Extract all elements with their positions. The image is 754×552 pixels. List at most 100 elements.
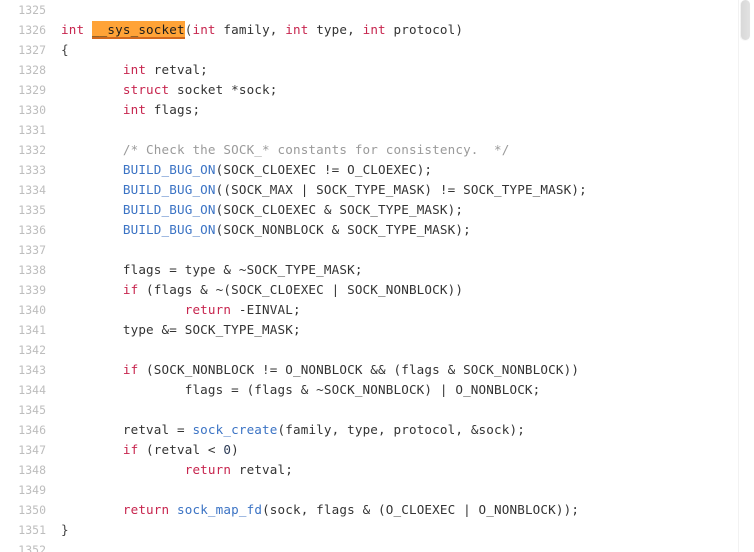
code-token: flags; [146, 102, 201, 117]
code-line-row: 1331 [0, 120, 754, 140]
code-line-content[interactable]: flags = (flags & ~SOCK_NONBLOCK) | O_NON… [55, 380, 754, 400]
code-line-content[interactable] [55, 0, 754, 20]
code-line-content[interactable]: struct socket *sock; [55, 80, 754, 100]
line-number[interactable]: 1339 [0, 280, 55, 300]
code-line-content[interactable]: return retval; [55, 460, 754, 480]
code-line-content[interactable]: if (flags & ~(SOCK_CLOEXEC | SOCK_NONBLO… [55, 280, 754, 300]
code-line-content[interactable]: int __sys_socket(int family, int type, i… [55, 20, 754, 40]
keyword-token: int [192, 22, 216, 37]
number-token: 0 [223, 442, 232, 457]
symbol-link[interactable]: BUILD_BUG_ON [123, 182, 216, 197]
line-number[interactable]: 1350 [0, 500, 55, 520]
keyword-token: return [122, 502, 170, 517]
code-line-content[interactable]: BUILD_BUG_ON((SOCK_MAX | SOCK_TYPE_MASK)… [55, 180, 754, 200]
line-number[interactable]: 1337 [0, 240, 55, 260]
code-line-content[interactable]: type &= SOCK_TYPE_MASK; [55, 320, 754, 340]
symbol-link[interactable]: BUILD_BUG_ON [123, 202, 216, 217]
code-line-row: 1343 if (SOCK_NONBLOCK != O_NONBLOCK && … [0, 360, 754, 380]
code-token: (flags & ~(SOCK_CLOEXEC | SOCK_NONBLOCK)… [138, 282, 464, 297]
code-line-content[interactable]: return sock_map_fd(sock, flags & (O_CLOE… [55, 500, 754, 520]
line-number[interactable]: 1351 [0, 520, 55, 540]
code-line-row: 1332 /* Check the SOCK_* constants for c… [0, 140, 754, 160]
line-number[interactable]: 1334 [0, 180, 55, 200]
code-line-row: 1345 [0, 400, 754, 420]
code-token: { [61, 42, 69, 57]
code-token: (SOCK_CLOEXEC != O_CLOEXEC); [215, 162, 433, 177]
line-number[interactable]: 1325 [0, 0, 55, 20]
code-line-row: 1325 [0, 0, 754, 20]
line-number[interactable]: 1349 [0, 480, 55, 500]
code-line-content[interactable]: BUILD_BUG_ON(SOCK_CLOEXEC != O_CLOEXEC); [55, 160, 754, 180]
line-number[interactable]: 1342 [0, 340, 55, 360]
line-number[interactable]: 1344 [0, 380, 55, 400]
code-token: protocol) [385, 22, 464, 37]
code-line-content[interactable]: { [55, 40, 754, 60]
line-number[interactable]: 1332 [0, 140, 55, 160]
symbol-link[interactable]: sock_map_fd [177, 502, 262, 517]
line-number[interactable]: 1331 [0, 120, 55, 140]
keyword-token: int [362, 22, 386, 37]
code-lines-body: 1325 1326 int __sys_socket(int family, in… [0, 0, 754, 552]
line-number[interactable]: 1326 [0, 20, 55, 40]
code-line-row: 1327 { [0, 40, 754, 60]
code-line-content[interactable]: if (SOCK_NONBLOCK != O_NONBLOCK && (flag… [55, 360, 754, 380]
line-number[interactable]: 1347 [0, 440, 55, 460]
code-line-content[interactable] [55, 240, 754, 260]
code-line-content[interactable]: int flags; [55, 100, 754, 120]
code-line-row: 1329 struct socket *sock; [0, 80, 754, 100]
code-token: retval; [231, 462, 293, 477]
code-line-content[interactable] [55, 120, 754, 140]
vertical-scrollbar-track[interactable] [738, 0, 754, 552]
line-number[interactable]: 1343 [0, 360, 55, 380]
code-line-content[interactable]: if (retval < 0) [55, 440, 754, 460]
code-line-row: 1352 [0, 540, 754, 552]
code-viewer[interactable]: 1325 1326 int __sys_socket(int family, in… [0, 0, 754, 552]
symbol-link[interactable]: BUILD_BUG_ON [123, 162, 216, 177]
symbol-link[interactable]: BUILD_BUG_ON [123, 222, 216, 237]
code-line-content[interactable]: return -EINVAL; [55, 300, 754, 320]
code-line-content[interactable]: BUILD_BUG_ON(SOCK_NONBLOCK & SOCK_TYPE_M… [55, 220, 754, 240]
line-number[interactable]: 1340 [0, 300, 55, 320]
keyword-token: int [285, 22, 309, 37]
code-line-content[interactable]: int retval; [55, 60, 754, 80]
symbol-link[interactable]: sock_create [192, 422, 277, 437]
code-line-content[interactable]: BUILD_BUG_ON(SOCK_CLOEXEC & SOCK_TYPE_MA… [55, 200, 754, 220]
code-token: (family, type, protocol, &sock); [277, 422, 525, 437]
code-line-content[interactable] [55, 400, 754, 420]
vertical-scrollbar-thumb[interactable] [741, 0, 750, 40]
line-number[interactable]: 1346 [0, 420, 55, 440]
code-line-content[interactable] [55, 540, 754, 552]
line-number[interactable]: 1348 [0, 460, 55, 480]
code-line-row: 1344 flags = (flags & ~SOCK_NONBLOCK) | … [0, 380, 754, 400]
line-number[interactable]: 1330 [0, 100, 55, 120]
line-number[interactable]: 1345 [0, 400, 55, 420]
line-number[interactable]: 1336 [0, 220, 55, 240]
code-token: flags = type & ~SOCK_TYPE_MASK; [61, 262, 363, 277]
line-number[interactable]: 1329 [0, 80, 55, 100]
line-number[interactable]: 1352 [0, 540, 55, 552]
code-line-content[interactable]: } [55, 520, 754, 540]
code-token: -EINVAL; [231, 302, 301, 317]
line-number[interactable]: 1335 [0, 200, 55, 220]
line-number[interactable]: 1341 [0, 320, 55, 340]
code-line-content[interactable]: flags = type & ~SOCK_TYPE_MASK; [55, 260, 754, 280]
line-number[interactable]: 1327 [0, 40, 55, 60]
line-number[interactable]: 1328 [0, 60, 55, 80]
code-line-content[interactable] [55, 480, 754, 500]
code-line-content[interactable]: retval = sock_create(family, type, proto… [55, 420, 754, 440]
highlighted-symbol[interactable]: __sys_socket [91, 21, 185, 39]
code-line-row: 1346 retval = sock_create(family, type, … [0, 420, 754, 440]
code-line-content[interactable] [55, 340, 754, 360]
line-number[interactable]: 1338 [0, 260, 55, 280]
line-number[interactable]: 1333 [0, 160, 55, 180]
code-line-content[interactable]: /* Check the SOCK_* constants for consis… [55, 140, 754, 160]
code-token: retval = [61, 422, 193, 437]
keyword-token: return [184, 462, 232, 477]
keyword-token: int [122, 62, 147, 77]
